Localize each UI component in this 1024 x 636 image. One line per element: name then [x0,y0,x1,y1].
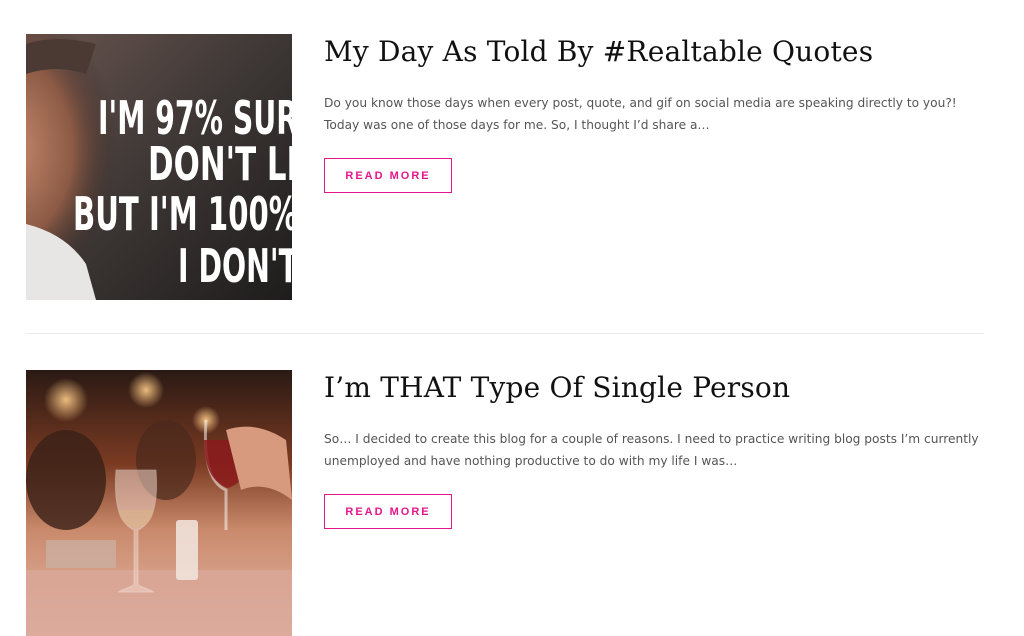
post-content: My Day As Told By #Realtable Quotes Do y… [324,34,984,193]
meme-text-line-4: I DON'T [178,239,292,293]
post-thumbnail-meme-image[interactable]: I'M 97% SUR DON'T LI BUT I'M 100% I DON'… [26,34,292,300]
post-excerpt: So… I decided to create this blog for a … [324,432,979,468]
read-more-button[interactable]: READ MORE [324,158,452,193]
meme-text-line-3: BUT I'M 100% [73,187,292,241]
meme-image: I'M 97% SUR DON'T LI BUT I'M 100% I DON'… [26,34,292,300]
read-more-button[interactable]: READ MORE [324,494,452,529]
dinner-photo-image [26,370,292,636]
post-content: I’m THAT Type Of Single Person So… I dec… [324,370,984,529]
post-divider [26,333,984,334]
post-title[interactable]: I’m THAT Type Of Single Person [324,370,984,406]
post-excerpt: Do you know those days when every post, … [324,96,957,132]
meme-text-line-2: DON'T LI [148,137,292,191]
post-title[interactable]: My Day As Told By #Realtable Quotes [324,34,984,70]
post-thumbnail-dinner-photo[interactable] [26,370,292,636]
